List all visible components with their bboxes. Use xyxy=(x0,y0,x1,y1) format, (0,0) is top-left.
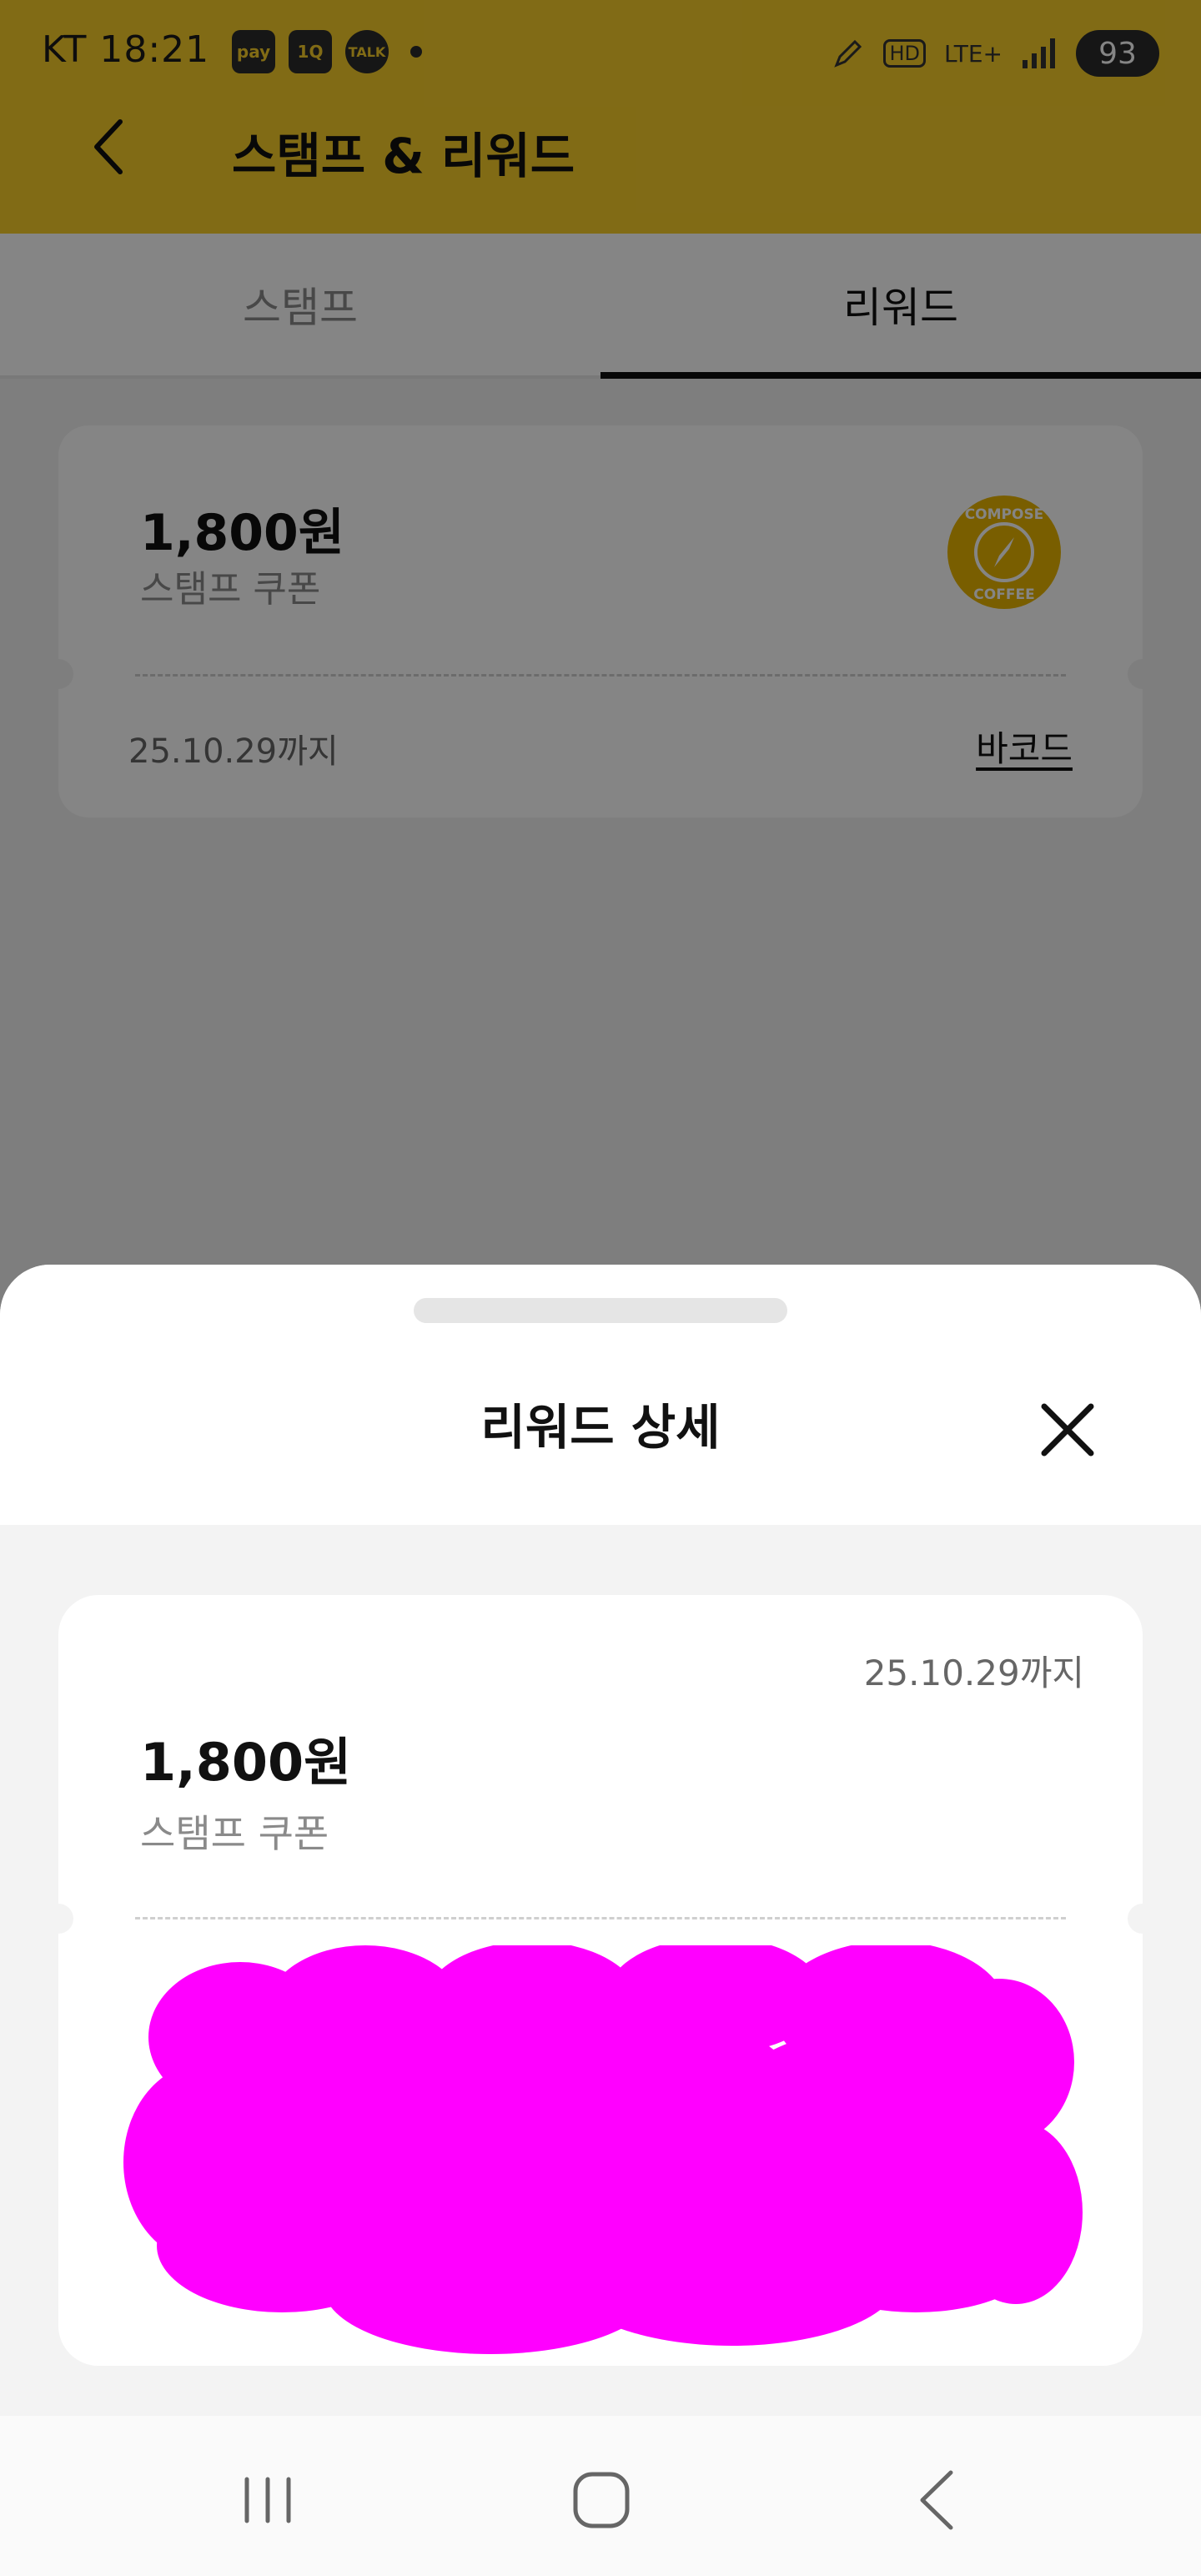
reward-detail-sheet: 리워드 상세 25.10.29까지 1,800원 스탬프 쿠폰 xyxy=(0,1265,1201,2416)
detail-expiry: 25.10.29까지 xyxy=(863,1653,1084,1693)
detail-notch-right xyxy=(1128,1904,1143,1934)
barcode-redaction xyxy=(123,1945,1083,2354)
recent-apps-icon[interactable] xyxy=(230,2463,305,2538)
detail-divider xyxy=(135,1917,1066,1919)
system-nav-bar xyxy=(0,2416,1201,2576)
detail-type: 스탬프 쿠폰 xyxy=(140,1811,329,1856)
sheet-header: 리워드 상세 xyxy=(0,1265,1201,1525)
back-icon[interactable] xyxy=(901,2463,976,2538)
detail-notch-left xyxy=(58,1904,73,1934)
home-icon[interactable] xyxy=(564,2463,639,2538)
sheet-title: 리워드 상세 xyxy=(480,1399,721,1456)
sheet-drag-handle[interactable] xyxy=(414,1298,787,1323)
reward-detail-card: 25.10.29까지 1,800원 스탬프 쿠폰 xyxy=(58,1595,1143,2366)
detail-amount: 1,800원 xyxy=(140,1732,352,1793)
close-icon[interactable] xyxy=(1031,1393,1104,1467)
